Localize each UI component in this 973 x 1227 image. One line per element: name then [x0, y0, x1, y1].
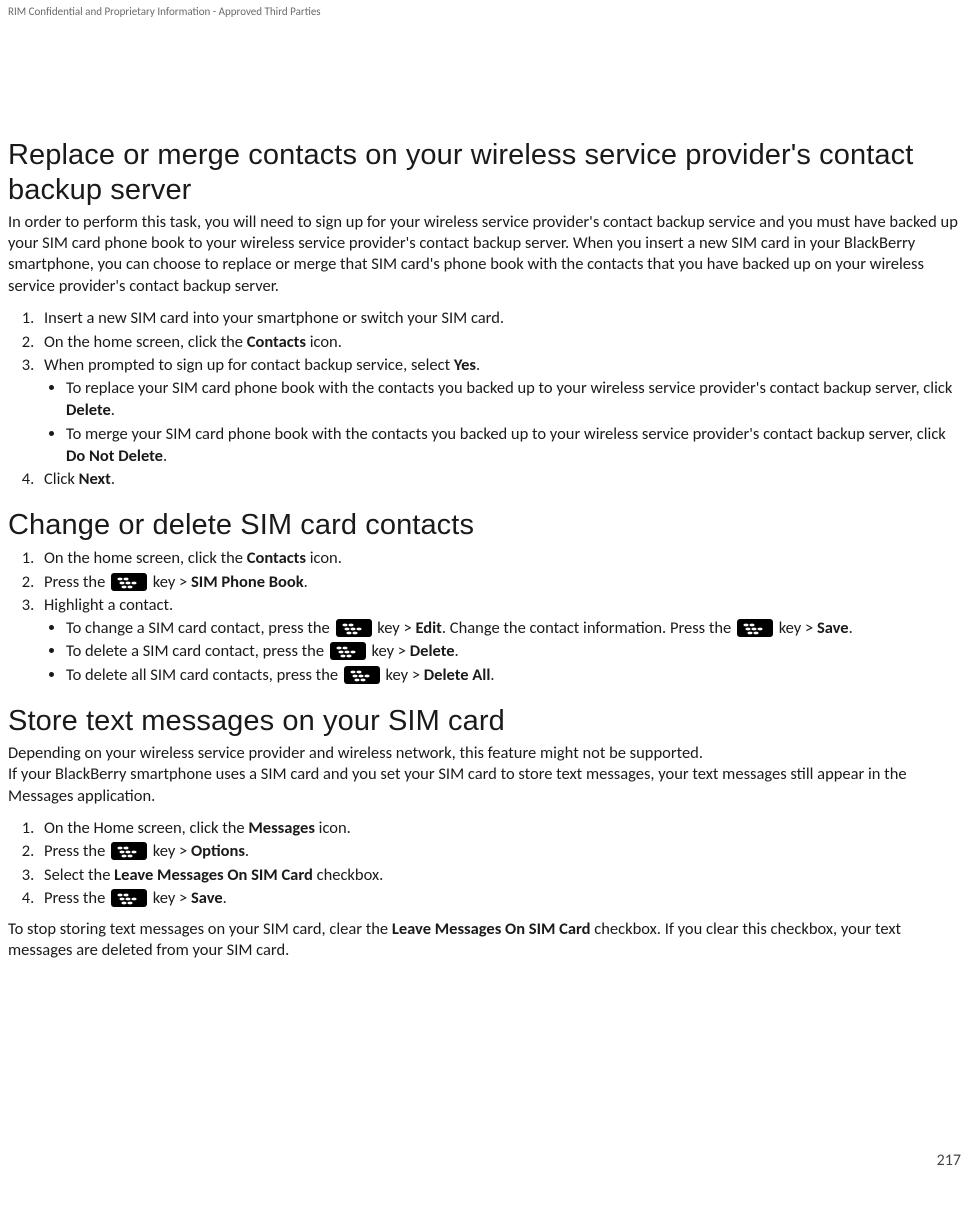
bold-term: Messages: [248, 818, 315, 838]
intro-paragraph: Depending on your wireless service provi…: [8, 743, 961, 764]
step-item: Click Next.: [38, 468, 961, 490]
step-item: On the Home screen, click the Messages i…: [38, 817, 961, 839]
ordered-steps: On the Home screen, click the Messages i…: [8, 817, 961, 909]
step-text: .: [223, 888, 227, 908]
step-text: key >: [374, 618, 416, 638]
bold-term: Delete: [410, 641, 455, 661]
step-text: .: [245, 841, 249, 861]
step-text: key >: [775, 618, 817, 638]
step-text: To stop storing text messages on your SI…: [8, 919, 392, 939]
intro-paragraph: If your BlackBerry smartphone uses a SIM…: [8, 764, 961, 807]
step-text: To delete all SIM card contacts, press t…: [66, 665, 342, 685]
step-text: .: [304, 572, 308, 592]
step-text: Press the: [44, 888, 109, 908]
step-text: . Change the contact information. Press …: [442, 618, 735, 638]
bold-term: Next: [79, 469, 111, 489]
bold-term: Options: [191, 841, 245, 861]
bold-term: SIM Phone Book: [191, 572, 304, 592]
step-text: .: [111, 400, 115, 420]
step-text: To delete a SIM card contact, press the: [66, 641, 328, 661]
step-text: .: [476, 355, 480, 375]
bullet-list: To change a SIM card contact, press the …: [44, 617, 961, 686]
step-text: Press the: [44, 841, 109, 861]
bold-term: Yes: [454, 355, 476, 375]
step-text: key >: [149, 572, 191, 592]
section-title-store-text: Store text messages on your SIM card: [8, 704, 961, 739]
step-item: Insert a new SIM card into your smartpho…: [38, 307, 961, 329]
step-text: .: [163, 446, 167, 466]
step-text: To change a SIM card contact, press the: [66, 618, 334, 638]
section-title-change-delete: Change or delete SIM card contacts: [8, 508, 961, 543]
bold-term: Save: [817, 618, 849, 638]
step-text: On the Home screen, click the: [44, 818, 248, 838]
step-text: Insert a new SIM card into your smartpho…: [44, 308, 504, 328]
page-number: 217: [937, 1151, 961, 1170]
bold-term: Leave Messages On SIM Card: [114, 865, 313, 885]
step-item: On the home screen, click the Contacts i…: [38, 331, 961, 353]
section-replace-merge: Replace or merge contacts on your wirele…: [8, 138, 961, 490]
blackberry-menu-key-icon: [111, 573, 147, 591]
intro-paragraph: In order to perform this task, you will …: [8, 212, 961, 298]
bullet-item: To change a SIM card contact, press the …: [66, 617, 961, 639]
step-text: key >: [149, 841, 191, 861]
blackberry-menu-key-icon: [344, 666, 380, 684]
step-text: key >: [368, 641, 410, 661]
blackberry-menu-key-icon: [111, 842, 147, 860]
step-item: On the home screen, click the Contacts i…: [38, 547, 961, 569]
step-text: .: [455, 641, 459, 661]
step-text: .: [849, 618, 853, 638]
section-change-delete: Change or delete SIM card contacts On th…: [8, 508, 961, 685]
step-text: key >: [149, 888, 191, 908]
bold-term: Contacts: [247, 548, 306, 568]
step-text: Click: [44, 469, 79, 489]
step-text: icon.: [306, 548, 342, 568]
step-item: Press the key > Options.: [38, 840, 961, 862]
ordered-steps: On the home screen, click the Contacts i…: [8, 547, 961, 686]
outro-paragraph: To stop storing text messages on your SI…: [8, 919, 961, 962]
bullet-item: To merge your SIM card phone book with t…: [66, 423, 961, 468]
step-text: Select the: [44, 865, 114, 885]
step-item: When prompted to sign up for contact bac…: [38, 354, 961, 467]
step-text: On the home screen, click the: [44, 548, 247, 568]
step-item: Press the key > Save.: [38, 887, 961, 909]
header-confidential-text: RIM Confidential and Proprietary Informa…: [8, 5, 961, 18]
bullet-item: To delete all SIM card contacts, press t…: [66, 664, 961, 686]
step-text: To replace your SIM card phone book with…: [66, 378, 952, 398]
bullet-item: To delete a SIM card contact, press the …: [66, 640, 961, 662]
step-item: Highlight a contact. To change a SIM car…: [38, 594, 961, 686]
bullet-list: To replace your SIM card phone book with…: [44, 377, 961, 467]
step-text: .: [490, 665, 494, 685]
step-text: To merge your SIM card phone book with t…: [66, 424, 946, 444]
blackberry-menu-key-icon: [737, 619, 773, 637]
document-page: RIM Confidential and Proprietary Informa…: [0, 0, 973, 1180]
step-text: Press the: [44, 572, 109, 592]
step-item: Press the key > SIM Phone Book.: [38, 571, 961, 593]
step-text: When prompted to sign up for contact bac…: [44, 355, 454, 375]
bold-term: Delete All: [424, 665, 491, 685]
section-store-text: Store text messages on your SIM card Dep…: [8, 704, 961, 962]
bold-term: Leave Messages On SIM Card: [392, 919, 591, 939]
blackberry-menu-key-icon: [111, 889, 147, 907]
blackberry-menu-key-icon: [330, 642, 366, 660]
step-text: Highlight a contact.: [44, 595, 173, 615]
bold-term: Edit: [415, 618, 441, 638]
step-text: icon.: [306, 332, 342, 352]
blackberry-menu-key-icon: [336, 619, 372, 637]
bold-term: Do Not Delete: [66, 446, 163, 466]
ordered-steps: Insert a new SIM card into your smartpho…: [8, 307, 961, 490]
step-item: Select the Leave Messages On SIM Card ch…: [38, 864, 961, 886]
step-text: On the home screen, click the: [44, 332, 247, 352]
bold-term: Delete: [66, 400, 111, 420]
step-text: icon.: [315, 818, 351, 838]
bold-term: Save: [191, 888, 223, 908]
step-text: .: [111, 469, 115, 489]
bold-term: Contacts: [247, 332, 306, 352]
bullet-item: To replace your SIM card phone book with…: [66, 377, 961, 422]
step-text: key >: [382, 665, 424, 685]
section-title-replace-merge: Replace or merge contacts on your wirele…: [8, 138, 961, 208]
step-text: checkbox.: [313, 865, 383, 885]
